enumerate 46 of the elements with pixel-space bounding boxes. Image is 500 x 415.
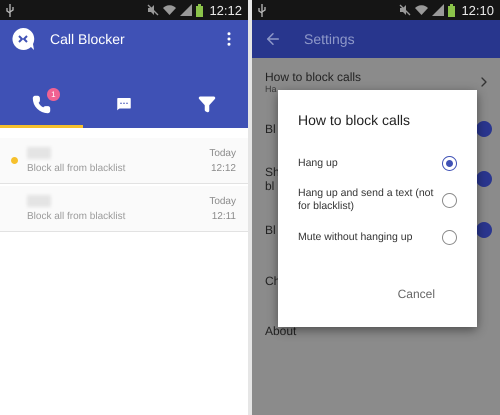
- dialog-title: How to block calls: [298, 112, 412, 128]
- setting-title: Bl: [265, 223, 276, 237]
- entry-time: 12:11: [212, 210, 236, 222]
- toolbar-title: Settings: [304, 31, 355, 47]
- signal-icon: [432, 4, 444, 16]
- entry-description: Block all from blacklist: [27, 163, 126, 174]
- filter-icon: [198, 95, 216, 113]
- radio-button[interactable]: [442, 230, 457, 244]
- mute-icon: [399, 4, 412, 16]
- back-icon[interactable]: [264, 30, 282, 48]
- option-label: Mute without hanging up: [298, 230, 414, 244]
- tab[interactable]: 1: [0, 83, 83, 128]
- battery-icon: [196, 4, 204, 16]
- mute-icon: [147, 4, 160, 16]
- count-badge: 1: [46, 88, 60, 100]
- logo-icon: [11, 27, 35, 51]
- entry-description: Block all from blacklist: [27, 211, 126, 222]
- usb-icon: [258, 4, 266, 16]
- entry-date: Today: [209, 148, 236, 158]
- phone-icon: [32, 94, 51, 114]
- wifi-icon: [415, 4, 428, 16]
- app-title: Call Blocker: [50, 31, 126, 47]
- setting-subtitle: Ha: [265, 84, 277, 94]
- call-entry[interactable]: Block all from blacklist Today 12:11: [0, 186, 248, 232]
- battery-icon: [448, 4, 456, 16]
- setting-title: bl: [265, 179, 274, 193]
- message-icon: [115, 95, 133, 113]
- entry-date: Today: [209, 196, 236, 206]
- status-time: 12:10: [461, 2, 494, 18]
- option-label: Hang up: [298, 156, 339, 170]
- option-label: Hang up and send a text (not for blacklist): [298, 187, 434, 213]
- cancel-button[interactable]: Cancel: [392, 283, 441, 305]
- setting-title: Bl: [265, 122, 276, 136]
- wifi-icon: [163, 4, 176, 16]
- setting-title: How to block calls: [265, 70, 362, 84]
- radio-button[interactable]: [442, 156, 457, 170]
- toggle-thumb[interactable]: [476, 222, 492, 238]
- setting-title: About: [265, 324, 296, 338]
- signal-icon: [180, 4, 192, 16]
- status-time: 12:12: [209, 2, 242, 18]
- radio-button[interactable]: [442, 192, 457, 208]
- toggle-thumb[interactable]: [476, 171, 492, 187]
- toggle-thumb[interactable]: [476, 121, 492, 137]
- usb-icon: [6, 4, 14, 16]
- entry-time: 12:12: [210, 162, 236, 174]
- call-entry[interactable]: Block all from blacklist Today 12:12: [0, 138, 248, 184]
